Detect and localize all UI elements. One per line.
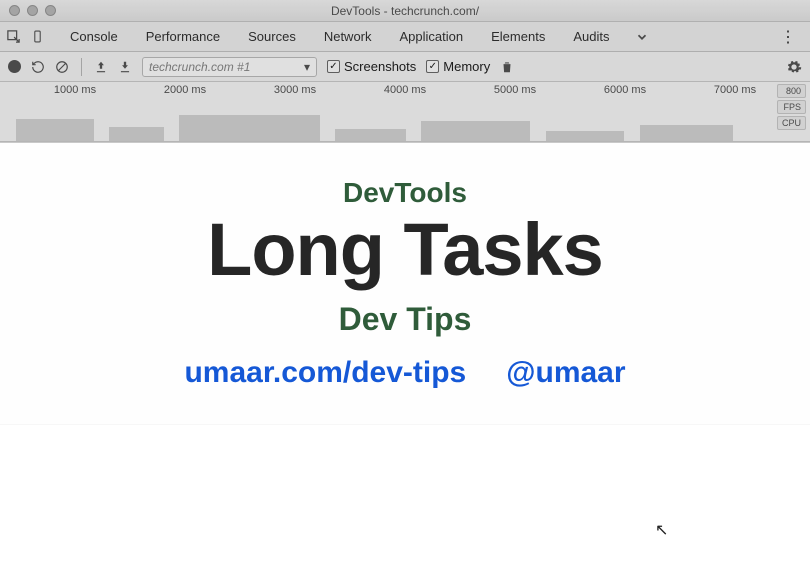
download-profile-icon[interactable] (118, 60, 132, 74)
zoom-traffic-light[interactable] (45, 5, 56, 16)
tab-network[interactable]: Network (310, 22, 386, 52)
tick-label: 7000 ms (680, 84, 790, 100)
legend-swatch (214, 548, 226, 560)
summary-donut-chart: 7780 ms (10, 461, 120, 571)
close-traffic-light[interactable] (9, 5, 20, 16)
legend-row: 4858.7 ms Scripting (136, 490, 289, 504)
hero-kicker: DevTools (343, 177, 467, 209)
legend-row: 328.8 ms Painting (136, 528, 289, 542)
tick-label: 1000 ms (20, 84, 130, 100)
settings-gear-icon[interactable] (786, 59, 802, 75)
tab-console[interactable]: Console (56, 22, 132, 52)
tab-sources[interactable]: Sources (234, 22, 310, 52)
timeline-ticks: 1000 ms 2000 ms 3000 ms 4000 ms 5000 ms … (0, 84, 810, 100)
hero-subhead: Dev Tips (339, 301, 472, 338)
recording-selector[interactable]: techcrunch.com #1 ▾ (142, 57, 317, 77)
legend-swatch (214, 472, 226, 484)
tick-label: 4000 ms (350, 84, 460, 100)
hero-headline: Long Tasks (207, 213, 603, 287)
legend-value: 328.8 ms (136, 528, 206, 542)
clear-icon[interactable] (55, 60, 69, 74)
panel-tabbar: Console Performance Sources Network Appl… (0, 22, 810, 52)
recording-label: techcrunch.com #1 (149, 60, 250, 74)
timeline-gauges: 800 FPS CPU (777, 84, 806, 139)
memory-checkbox[interactable]: ✓ Memory (426, 59, 490, 74)
tab-application[interactable]: Application (386, 22, 478, 52)
tick-label: 2000 ms (130, 84, 240, 100)
donut-center-label: 7780 ms (10, 461, 120, 571)
screenshots-label: Screenshots (344, 59, 416, 74)
garbage-collect-icon[interactable] (500, 60, 514, 74)
legend-label: Rendering (234, 509, 289, 523)
legend-value: 1150.3 ms (136, 547, 206, 561)
legend-label: Painting (234, 528, 277, 542)
tick-label: 5000 ms (460, 84, 570, 100)
legend-swatch (214, 491, 226, 503)
timeline-flames (0, 109, 780, 141)
panel-tabs: Console Performance Sources Network Appl… (56, 22, 623, 52)
legend-label: System (234, 547, 274, 561)
legend-swatch (214, 529, 226, 541)
legend-label: Loading (234, 471, 277, 485)
legend-value: 893.4 ms (136, 509, 206, 523)
timeline-overview[interactable]: 1000 ms 2000 ms 3000 ms 4000 ms 5000 ms … (0, 82, 810, 142)
record-button[interactable] (8, 60, 21, 73)
hero-link-site[interactable]: umaar.com/dev-tips (184, 356, 466, 390)
legend-label: Scripting (234, 490, 281, 504)
legend-swatch (214, 510, 226, 522)
legend-row: 893.4 ms Rendering (136, 509, 289, 523)
legend-row: 1150.3 ms System (136, 547, 289, 561)
tab-performance[interactable]: Performance (132, 22, 234, 52)
screenshots-checkbox[interactable]: ✓ Screenshots (327, 59, 416, 74)
tab-audits[interactable]: Audits (559, 22, 623, 52)
summary-range: Range: 0 – 7.78 s (10, 432, 800, 447)
legend-value: 53.4 ms (136, 471, 206, 485)
performance-toolbar: techcrunch.com #1 ▾ ✓ Screenshots ✓ Memo… (0, 52, 810, 82)
inspect-element-icon[interactable] (6, 29, 21, 44)
kebab-menu-icon[interactable]: ⋮ (772, 27, 804, 47)
window-title: DevTools - techcrunch.com/ (0, 4, 810, 18)
memory-label: Memory (443, 59, 490, 74)
reload-record-icon[interactable] (31, 60, 45, 74)
minimize-traffic-light[interactable] (27, 5, 38, 16)
hero-overlay: DevTools Long Tasks Dev Tips umaar.com/d… (0, 143, 810, 424)
summary-legend: 53.4 ms Loading 4858.7 ms Scripting 893.4 ms… (136, 471, 289, 561)
dropdown-caret-icon: ▾ (304, 60, 310, 74)
legend-row: 53.4 ms Loading (136, 471, 289, 485)
tick-label: 6000 ms (570, 84, 680, 100)
window-titlebar: DevTools - techcrunch.com/ (0, 0, 810, 22)
gauge-val: 800 (777, 84, 806, 98)
gauge-fps: FPS (777, 100, 806, 114)
traffic-lights (0, 5, 56, 16)
tabs-overflow-icon[interactable] (629, 30, 655, 44)
tab-elements[interactable]: Elements (477, 22, 559, 52)
upload-profile-icon[interactable] (94, 60, 108, 74)
tick-label: 3000 ms (240, 84, 350, 100)
device-toolbar-icon[interactable] (31, 28, 44, 45)
hero-link-handle[interactable]: @umaar (506, 356, 625, 390)
gauge-cpu: CPU (777, 116, 806, 130)
legend-value: 4858.7 ms (136, 490, 206, 504)
summary-pane: Range: 0 – 7.78 s 7780 ms 53.4 ms Loading… (0, 424, 810, 578)
